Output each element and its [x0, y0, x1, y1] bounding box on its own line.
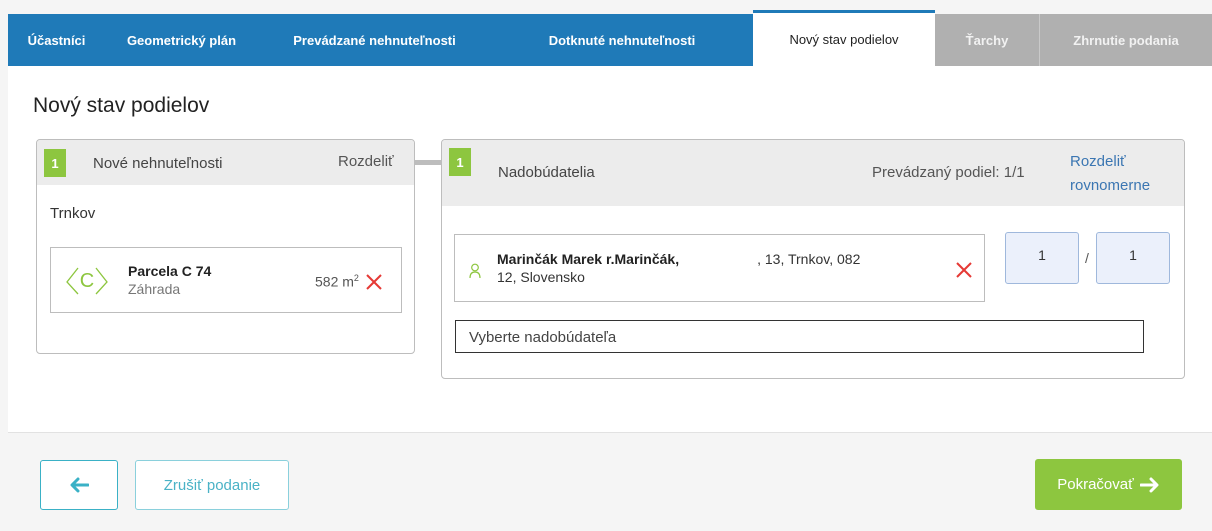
card-connector [415, 160, 441, 165]
tab-encumbrances: Ťarchy [935, 14, 1039, 66]
tab-affected-properties[interactable]: Dotknuté nehnuteľnosti [491, 14, 753, 66]
acquirer-address-part1: , 13, Trnkov, 082 [757, 251, 861, 267]
footer-divider [8, 432, 1212, 433]
card-header: 1 Nové nehnuteľnosti Rozdeliť [37, 140, 414, 185]
close-icon[interactable] [955, 261, 973, 279]
svg-text:C: C [80, 270, 94, 292]
acquirer-name: Marinčák Marek r.Marinčák, [497, 251, 680, 267]
parcel-area-value: 582 m [315, 273, 354, 290]
arrow-right-icon [1139, 477, 1159, 492]
arrow-left-icon [70, 477, 89, 493]
tab-participants[interactable]: Účastníci [8, 14, 105, 66]
card-number-badge: 1 [44, 149, 66, 177]
tab-geometric-plan[interactable]: Geometrický plán [105, 14, 258, 66]
transferred-share-label: Prevádzaný podiel: 1/1 [872, 164, 1025, 181]
back-button[interactable] [40, 460, 118, 510]
parcel-c-icon: C [66, 267, 108, 295]
continue-button[interactable]: Pokračovať [1035, 459, 1182, 510]
card-title: Nadobúdatelia [498, 164, 595, 181]
card-number-badge: 1 [449, 148, 471, 176]
tab-transferred-properties[interactable]: Prevádzané nehnuteľnosti [258, 14, 491, 66]
tab-bar: Účastníci Geometrický plán Prevádzané ne… [8, 10, 1212, 66]
card-title: Nové nehnuteľnosti [93, 155, 223, 172]
parcel-type: Záhrada [128, 281, 181, 297]
split-evenly-label-line2: rovnomerne [1070, 177, 1151, 194]
acquirer-details: Marinčák Marek r.Marinčák, , 13, Trnkov, … [497, 250, 937, 286]
share-separator: / [1085, 250, 1089, 266]
parcel-area: 582 m2 [315, 273, 359, 290]
share-numerator-input[interactable]: 1 [1005, 232, 1079, 284]
acquirer-address-part2: 12, Slovensko [497, 269, 585, 285]
parcel-area-unit: 2 [353, 273, 359, 283]
acquirer-item: Marinčák Marek r.Marinčák, , 13, Trnkov, … [454, 234, 985, 302]
share-denominator-input[interactable]: 1 [1096, 232, 1170, 284]
person-icon [469, 263, 481, 279]
acquirers-card: 1 Nadobúdatelia Prevádzaný podiel: 1/1 R… [441, 139, 1185, 379]
locality-label: Trnkov [50, 205, 96, 222]
close-icon[interactable] [365, 273, 383, 291]
parcel-name: Parcela C 74 [128, 263, 212, 279]
new-properties-card: 1 Nové nehnuteľnosti Rozdeliť Trnkov C P… [36, 139, 415, 354]
parcel-item: C Parcela C 74 Záhrada 582 m2 [50, 247, 402, 313]
page-title: Nový stav podielov [33, 94, 210, 117]
tab-new-share-state[interactable]: Nový stav podielov [753, 10, 935, 66]
split-evenly-label-line1: Rozdeliť [1070, 153, 1126, 170]
main-content: Nový stav podielov 1 Nové nehnuteľnosti … [8, 66, 1212, 432]
split-button[interactable]: Rozdeliť [338, 153, 394, 170]
continue-label: Pokračovať [1057, 476, 1134, 493]
tab-summary: Zhrnutie podania [1039, 14, 1212, 66]
card-header: 1 Nadobúdatelia Prevádzaný podiel: 1/1 R… [442, 140, 1184, 206]
split-evenly-button[interactable]: Rozdeliť rovnomerne [1070, 150, 1150, 198]
acquirer-select[interactable]: Vyberte nadobúdateľa [455, 320, 1144, 353]
cancel-submission-button[interactable]: Zrušiť podanie [135, 460, 289, 510]
